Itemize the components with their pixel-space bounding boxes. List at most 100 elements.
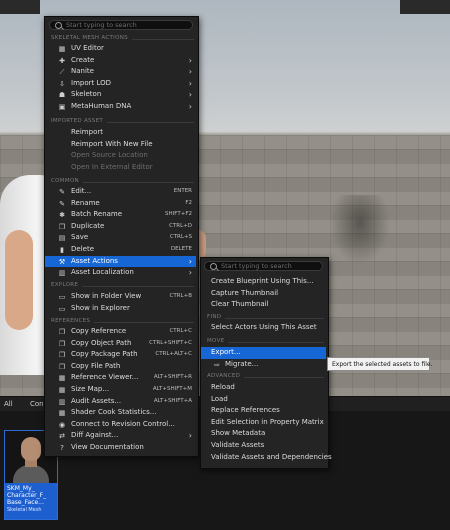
menu-item-label: Replace References <box>211 406 280 415</box>
thumbnail-shoulders <box>13 465 49 483</box>
menu-item-show-metadata[interactable]: Show Metadata <box>201 428 326 440</box>
menu-item-asset-localization[interactable]: ▥ Asset Localization › <box>45 267 196 279</box>
section-divider <box>244 377 324 378</box>
menu-item-delete[interactable]: ▮ Delete DELETE <box>45 244 196 256</box>
menu-item-label: Create <box>71 55 95 64</box>
character-arm <box>5 230 33 330</box>
create-icon: ✚ <box>59 56 65 65</box>
menu-item-nanite[interactable]: ⟋ Nanite › <box>45 66 196 78</box>
chevron-right-icon: › <box>188 256 192 266</box>
menu-item-duplicate[interactable]: ❐ Duplicate CTRL+D <box>45 221 196 233</box>
menu-item-reload[interactable]: Reload <box>201 382 326 394</box>
menu-item-label: Diff Against... <box>71 431 119 440</box>
menu-item-label: Show in Folder View <box>71 292 142 300</box>
menu-item-label: Rename <box>71 198 100 207</box>
menu-item-label: Copy Package Path <box>71 350 138 359</box>
shortcut-label: ENTER <box>173 188 192 194</box>
menu-item-reference-viewer[interactable]: ▦ Reference Viewer... ALT+SHIFT+R <box>45 372 196 384</box>
section-divider <box>94 322 194 323</box>
menu-item-edit[interactable]: ✎ Edit... ENTER <box>45 186 196 198</box>
menu-item-show-in-folder-view[interactable]: ▭ Show in Folder View CTRL+B <box>45 291 196 303</box>
menu-item-save[interactable]: ▤ Save CTRL+S <box>45 232 196 244</box>
menu-item-export[interactable]: Export... <box>201 347 326 359</box>
section-divider <box>225 318 324 319</box>
menu-item-asset-actions[interactable]: ⚒ Asset Actions › <box>45 255 196 268</box>
menu-item-edit-selection-in-property-matrix[interactable]: Edit Selection in Property Matrix <box>201 417 326 429</box>
menu-item-uv-editor[interactable]: ▦ UV Editor <box>45 43 196 55</box>
search-icon <box>210 263 217 270</box>
menu-item-reimport[interactable]: Reimport <box>45 127 196 139</box>
section-references: REFERENCES <box>51 318 91 324</box>
menu-item-select-actors-using-this-asset[interactable]: Select Actors Using This Asset <box>201 322 326 334</box>
audit-icon: ▥ <box>58 397 66 406</box>
shortcut-label: CTRL+ALT+C <box>155 351 192 358</box>
section-divider <box>228 342 324 343</box>
menu-item-reimport-with-new-file[interactable]: Reimport With New File <box>45 139 196 151</box>
skeleton-icon: ☗ <box>58 91 66 99</box>
menu-item-copy-object-path[interactable]: ❐ Copy Object Path CTRL+SHIFT+C <box>45 338 196 350</box>
shortcut-label: CTRL+SHIFT+C <box>149 339 192 346</box>
revision-icon: ◉ <box>58 420 66 429</box>
menu-item-shader-cook-statistics[interactable]: ▦ Shader Cook Statistics... <box>45 407 196 419</box>
menu-item-open-in-external-editor[interactable]: Open In External Editor <box>45 162 196 174</box>
section-divider <box>132 39 194 40</box>
uv-icon: ▦ <box>58 45 66 53</box>
menu-item-copy-reference[interactable]: ❐ Copy Reference CTRL+C <box>45 326 196 338</box>
menu-item-skeleton[interactable]: ☗ Skeleton › <box>45 89 196 101</box>
menu-item-copy-package-path[interactable]: ❐ Copy Package Path CTRL+ALT+C <box>45 349 196 361</box>
shortcut-label: CTRL+C <box>169 328 192 334</box>
menu-item-open-source-location[interactable]: Open Source Location <box>45 150 196 162</box>
menu-item-validate-assets-and-dependencies[interactable]: Validate Assets and Dependencies <box>201 452 332 464</box>
rename-icon: ✎ <box>59 199 65 208</box>
shortcut-label: F2 <box>185 199 192 206</box>
menu-item-label: Nanite <box>71 67 94 75</box>
menu-item-view-documentation[interactable]: ? View Documentation <box>45 442 196 454</box>
menu-item-label: Select Actors Using This Asset <box>211 323 317 331</box>
menu-item-create-blueprint-using-this[interactable]: Create Blueprint Using This... <box>201 276 326 288</box>
reference-viewer-icon: ▦ <box>58 374 66 383</box>
menu-item-label: Delete <box>71 245 94 253</box>
menu-item-label: Duplicate <box>71 221 105 230</box>
section-find: FIND <box>207 314 222 320</box>
menu-item-migrate[interactable]: ⇨ Migrate... <box>201 359 326 371</box>
menu-item-capture-thumbnail[interactable]: Capture Thumbnail <box>201 288 326 300</box>
menu-item-label: Copy Object Path <box>71 338 132 347</box>
reimport-new-icon <box>58 141 66 149</box>
chevron-right-icon: › <box>188 90 192 99</box>
submenu-search[interactable]: Start typing to search <box>204 261 323 271</box>
menu-item-validate-assets[interactable]: Validate Assets <box>201 440 326 452</box>
menu-item-rename[interactable]: ✎ Rename F2 <box>45 198 196 210</box>
menu-item-diff-against[interactable]: ⇄ Diff Against... › <box>45 430 196 442</box>
diff-icon: ⇄ <box>59 432 65 441</box>
menu-item-import-lod[interactable]: ⇩ Import LOD › <box>45 78 196 90</box>
menu-item-label: Validate Assets <box>211 441 265 449</box>
asset-label: SKM_My_ Character_F_ Base_Face... Skelet… <box>5 483 57 519</box>
menu-item-show-in-explorer[interactable]: ▭ Show in Explorer <box>45 303 196 315</box>
section-divider <box>107 122 194 123</box>
menu-item-clear-thumbnail[interactable]: Clear Thumbnail <box>201 299 326 311</box>
menu-item-load[interactable]: Load <box>201 394 326 406</box>
copy-object-icon: ❐ <box>58 339 66 348</box>
menu-item-copy-file-path[interactable]: ❐ Copy File Path <box>45 361 196 373</box>
menu-item-label: Copy File Path <box>71 361 121 370</box>
menu-item-label: Edit Selection in Property Matrix <box>211 417 324 426</box>
tab-all[interactable]: All <box>4 399 13 409</box>
search-placeholder: Start typing to search <box>66 21 137 29</box>
shortcut-label: CTRL+B <box>169 293 192 299</box>
chevron-right-icon: › <box>188 431 192 441</box>
menu-item-audit-assets[interactable]: ▥ Audit Assets... ALT+SHIFT+A <box>45 396 196 408</box>
shader-icon: ▦ <box>58 409 66 418</box>
menu-item-replace-references[interactable]: Replace References <box>201 405 326 417</box>
menu-item-create[interactable]: ✚ Create › <box>45 55 196 67</box>
explorer-icon: ▭ <box>58 304 66 313</box>
context-menu-search[interactable]: Start typing to search <box>49 20 193 30</box>
menu-item-label: Reimport <box>71 128 103 136</box>
menu-item-size-map[interactable]: ▦ Size Map... ALT+SHIFT+M <box>45 384 196 396</box>
menu-item-label: Reimport With New File <box>71 139 153 148</box>
menu-item-connect-to-revision-control[interactable]: ◉ Connect to Revision Control... <box>45 419 196 431</box>
tab-content[interactable]: Con <box>30 399 44 409</box>
size-map-icon: ▦ <box>58 386 66 394</box>
menu-item-metahuman-dna[interactable]: ▣ MetaHuman DNA › <box>45 101 196 113</box>
menu-item-batch-rename[interactable]: ✱ Batch Rename SHIFT+F2 <box>45 209 196 221</box>
asset-name: SKM_My_ Character_F_ Base_Face... <box>7 485 47 506</box>
